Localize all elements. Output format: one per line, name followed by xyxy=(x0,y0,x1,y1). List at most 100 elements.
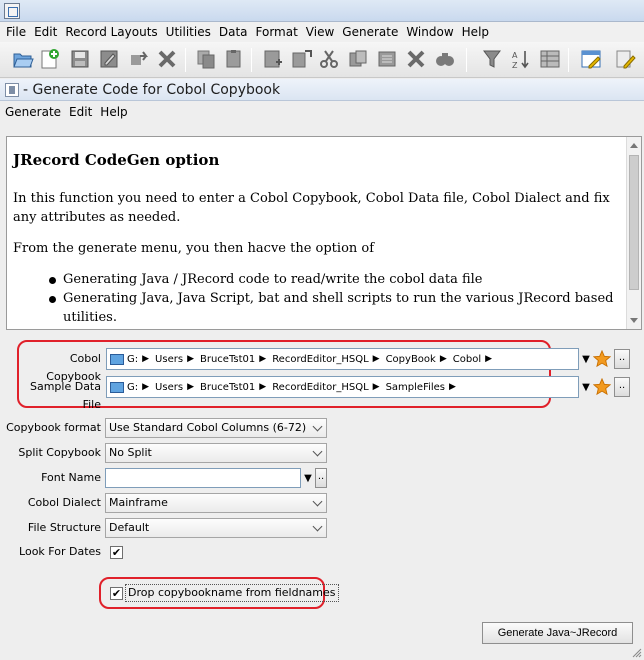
help-text: JRecord CodeGen option In this function … xyxy=(13,151,623,327)
path-segment[interactable]: RecordEditor_HSQL xyxy=(272,354,368,365)
menu-data[interactable]: Data xyxy=(215,25,252,39)
copybook-format-label: Copybook format xyxy=(6,421,101,434)
frame-title: - Generate Code for Cobol Copybook xyxy=(23,81,281,98)
layout-editor-icon[interactable] xyxy=(580,48,602,70)
copy-icon[interactable] xyxy=(195,48,217,70)
cut-icon[interactable] xyxy=(318,48,340,70)
submenu-generate[interactable]: Generate xyxy=(5,105,61,119)
menu-help[interactable]: Help xyxy=(458,25,493,39)
chevron-down-icon xyxy=(312,446,323,457)
filter-icon[interactable] xyxy=(481,48,503,70)
path-arrow-icon[interactable]: ▶ xyxy=(485,354,492,364)
favorite-star-icon[interactable] xyxy=(593,350,611,368)
cobol-dialect-select[interactable]: Mainframe xyxy=(105,493,327,513)
new-file-icon[interactable] xyxy=(38,48,60,70)
computer-icon xyxy=(110,381,124,393)
delete-icon[interactable] xyxy=(156,48,178,70)
path-arrow-icon[interactable]: ▶ xyxy=(187,354,194,364)
sort-icon[interactable]: AZ xyxy=(510,48,532,70)
path-segment[interactable]: G: xyxy=(127,354,138,365)
sample-file-path-field[interactable]: G: ▶ Users ▶ BruceTst01 ▶ RecordEditor_HSQL… xyxy=(106,376,579,398)
delete-record-icon[interactable] xyxy=(405,48,427,70)
path-segment[interactable]: BruceTst01 xyxy=(200,354,255,365)
chevron-down-icon xyxy=(312,521,323,532)
menu-view[interactable]: View xyxy=(302,25,338,39)
path-arrow-icon[interactable]: ▶ xyxy=(449,382,456,392)
menu-format[interactable]: Format xyxy=(252,25,302,39)
path-segment[interactable]: Users xyxy=(155,382,183,393)
save-icon[interactable] xyxy=(69,48,91,70)
edit-icon[interactable] xyxy=(614,48,636,70)
look-for-dates-checkbox[interactable]: ✔ xyxy=(110,546,123,559)
font-name-dropdown[interactable]: ▼ xyxy=(301,468,315,488)
drop-copybook-name-label[interactable]: Drop copybookname from fieldnames xyxy=(125,584,339,602)
paste-record-icon[interactable] xyxy=(376,48,398,70)
sample-file-browse-button[interactable]: .. xyxy=(614,377,630,397)
paste-icon[interactable] xyxy=(223,48,245,70)
export-icon[interactable] xyxy=(128,48,150,70)
submenu-help[interactable]: Help xyxy=(100,105,127,119)
path-arrow-icon[interactable]: ▶ xyxy=(259,354,266,364)
split-copybook-label: Split Copybook xyxy=(18,446,101,459)
menu-edit[interactable]: Edit xyxy=(30,25,61,39)
copybook-browse-button[interactable]: .. xyxy=(614,349,630,369)
copybook-history-dropdown[interactable]: ▼ xyxy=(579,349,593,369)
path-arrow-icon[interactable]: ▶ xyxy=(142,354,149,364)
chevron-down-icon xyxy=(312,496,323,507)
chevron-down-icon xyxy=(312,421,323,432)
help-paragraph: In this function you need to enter a Cob… xyxy=(13,191,610,225)
app-title-bar xyxy=(0,0,644,22)
file-structure-select[interactable]: Default xyxy=(105,518,327,538)
copybook-format-select[interactable]: Use Standard Cobol Columns (6-72) xyxy=(105,418,327,438)
path-segment[interactable]: RecordEditor_HSQL xyxy=(272,382,368,393)
menu-record-layouts[interactable]: Record Layouts xyxy=(61,25,161,39)
drop-copybook-name-checkbox[interactable]: ✔ xyxy=(110,587,123,600)
help-text-pane: JRecord CodeGen option In this function … xyxy=(6,136,642,330)
frame-menubar: Generate Edit Help xyxy=(0,102,644,122)
find-icon[interactable] xyxy=(434,48,456,70)
path-arrow-icon[interactable]: ▶ xyxy=(142,382,149,392)
path-arrow-icon[interactable]: ▶ xyxy=(373,382,380,392)
scroll-up-icon[interactable] xyxy=(630,143,638,148)
path-segment[interactable]: BruceTst01 xyxy=(200,382,255,393)
copybook-path-field[interactable]: G: ▶ Users ▶ BruceTst01 ▶ RecordEditor_HSQL… xyxy=(106,348,579,370)
split-copybook-select[interactable]: No Split xyxy=(105,443,327,463)
menu-generate[interactable]: Generate xyxy=(338,25,402,39)
menu-utilities[interactable]: Utilities xyxy=(162,25,215,39)
favorite-star-icon[interactable] xyxy=(593,378,611,396)
generate-java-jrecord-button[interactable]: Generate Java~JRecord xyxy=(482,622,633,644)
help-bullet-list: Generating Java / JRecord code to read/w… xyxy=(49,270,623,327)
cobol-dialect-value: Mainframe xyxy=(109,496,168,509)
path-segment[interactable]: Cobol xyxy=(453,354,481,365)
path-arrow-icon[interactable]: ▶ xyxy=(373,354,380,364)
save-as-icon[interactable] xyxy=(98,48,120,70)
split-copybook-value: No Split xyxy=(109,446,152,459)
path-segment[interactable]: SampleFiles xyxy=(386,382,445,393)
path-arrow-icon[interactable]: ▶ xyxy=(440,354,447,364)
path-arrow-icon[interactable]: ▶ xyxy=(259,382,266,392)
menu-file[interactable]: File xyxy=(2,25,30,39)
open-file-icon[interactable] xyxy=(12,48,34,70)
svg-text:Z: Z xyxy=(512,61,518,70)
resize-grip-icon[interactable] xyxy=(632,648,642,658)
file-structure-value: Default xyxy=(109,521,150,534)
table-view-icon[interactable] xyxy=(539,48,561,70)
insert-record-icon[interactable] xyxy=(262,48,284,70)
path-arrow-icon[interactable]: ▶ xyxy=(187,382,194,392)
scroll-down-icon[interactable] xyxy=(630,318,638,323)
path-segment[interactable]: Users xyxy=(155,354,183,365)
sample-file-history-dropdown[interactable]: ▼ xyxy=(579,377,593,397)
submenu-edit[interactable]: Edit xyxy=(69,105,92,119)
font-name-input[interactable] xyxy=(105,468,301,488)
font-name-browse-button[interactable]: .. xyxy=(315,468,327,488)
copy-record-icon[interactable] xyxy=(347,48,369,70)
cobol-dialect-label: Cobol Dialect xyxy=(27,496,101,509)
scroll-thumb[interactable] xyxy=(629,155,639,290)
path-segment[interactable]: G: xyxy=(127,382,138,393)
copybook-format-value: Use Standard Cobol Columns (6-72) xyxy=(109,421,307,434)
path-segment[interactable]: CopyBook xyxy=(386,354,436,365)
file-structure-label: File Structure xyxy=(27,521,101,534)
help-scrollbar[interactable] xyxy=(626,137,641,329)
insert-after-icon[interactable] xyxy=(290,48,312,70)
menu-window[interactable]: Window xyxy=(402,25,457,39)
